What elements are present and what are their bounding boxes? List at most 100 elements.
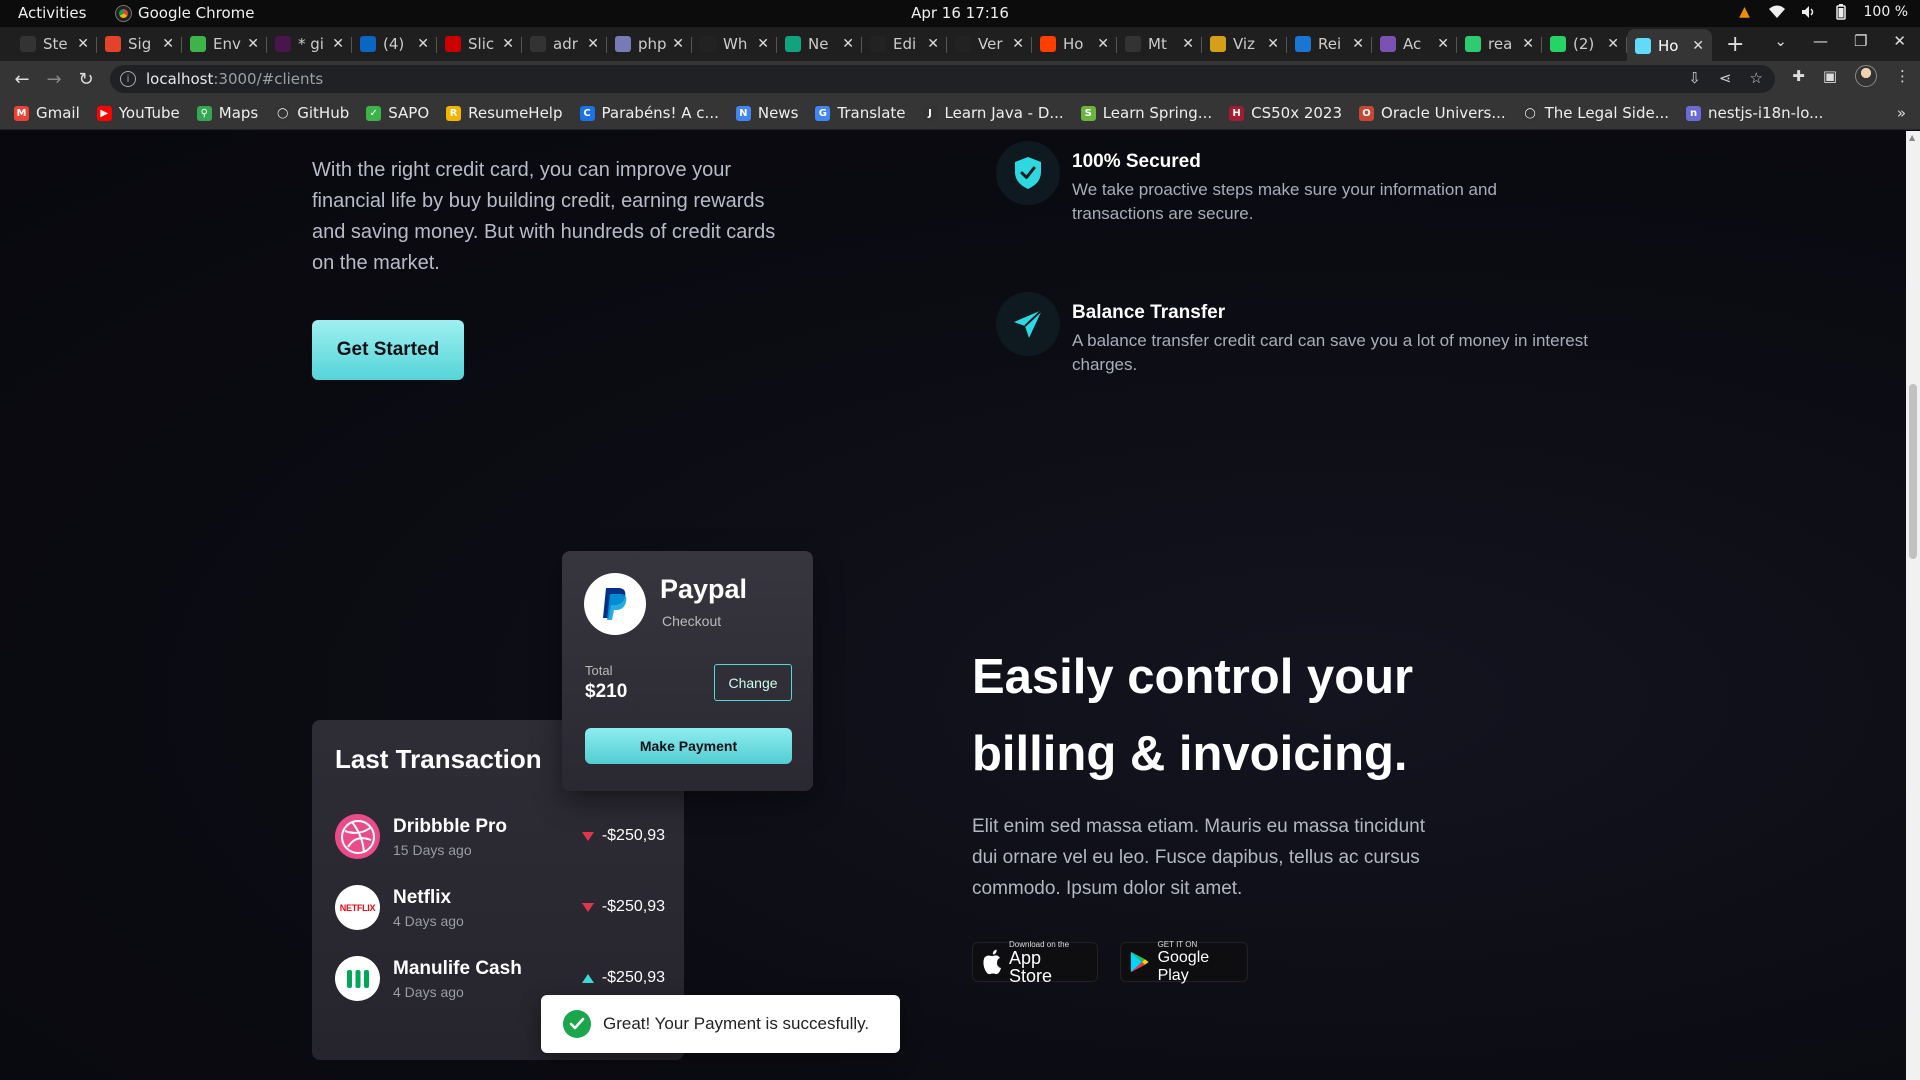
tab-title: Ho — [1658, 37, 1679, 55]
change-button[interactable]: Change — [714, 664, 792, 701]
total-label: Total — [585, 663, 613, 678]
reload-icon[interactable]: ↻ — [72, 65, 100, 93]
browser-tab[interactable]: php ✕ — [607, 29, 692, 59]
tab-favicon-icon — [785, 36, 801, 52]
tab-close-icon[interactable]: ✕ — [927, 36, 939, 52]
activities-button[interactable]: Activities — [18, 4, 86, 22]
bookmark-item[interactable]: H CS50x 2023 — [1229, 104, 1342, 122]
browser-tab[interactable]: Ho ✕ — [1627, 29, 1712, 63]
tab-close-icon[interactable]: ✕ — [1437, 36, 1449, 52]
browser-tab[interactable]: (2) ✕ — [1542, 29, 1627, 59]
new-tab-button[interactable]: + — [1726, 32, 1744, 57]
tab-close-icon[interactable]: ✕ — [1097, 36, 1109, 52]
more-bookmarks-icon[interactable]: » — [1897, 104, 1906, 122]
tab-close-icon[interactable]: ✕ — [1607, 36, 1619, 52]
tab-close-icon[interactable]: ✕ — [1522, 36, 1534, 52]
profile-avatar[interactable] — [1855, 65, 1877, 87]
clock[interactable]: Apr 16 17:16 — [0, 4, 1920, 22]
browser-tab[interactable]: Ver ✕ — [947, 29, 1032, 59]
restore-icon[interactable]: ❐ — [1854, 32, 1867, 50]
bookmark-star-icon[interactable]: ☆ — [1750, 69, 1763, 87]
install-app-icon[interactable]: ⇩ — [1688, 69, 1701, 87]
browser-tab[interactable]: Ho ✕ — [1032, 29, 1117, 59]
menu-kebab-icon[interactable]: ⋮ — [1895, 67, 1910, 85]
browser-tab[interactable]: Ne ✕ — [777, 29, 862, 59]
tab-close-icon[interactable]: ✕ — [247, 36, 259, 52]
bookmark-item[interactable]: M Gmail — [14, 104, 80, 122]
scroll-up-icon[interactable]: ▲ — [1909, 133, 1915, 142]
extensions-icon[interactable]: ✚ — [1792, 67, 1805, 85]
app-store-button[interactable]: Download on the App Store — [972, 940, 1098, 985]
tab-close-icon[interactable]: ✕ — [842, 36, 854, 52]
bookmark-item[interactable]: ✓ SAPO — [366, 104, 429, 122]
tab-close-icon[interactable]: ✕ — [502, 36, 514, 52]
tab-close-icon[interactable]: ✕ — [417, 36, 429, 52]
google-play-button[interactable]: GET IT ON Google Play — [1120, 940, 1248, 984]
browser-tab[interactable]: rea ✕ — [1457, 29, 1542, 59]
address-bar[interactable]: i localhost:3000/#clients ⇩ ⋖ ☆ — [110, 65, 1775, 93]
tab-close-icon[interactable]: ✕ — [77, 36, 89, 52]
tab-close-icon[interactable]: ✕ — [1352, 36, 1364, 52]
tab-close-icon[interactable]: ✕ — [1692, 38, 1704, 54]
transaction-row[interactable]: NETFLIX Netflix 4 Days ago -$250,93 — [335, 885, 665, 937]
tab-close-icon[interactable]: ✕ — [1182, 36, 1194, 52]
tab-close-icon[interactable]: ✕ — [1012, 36, 1024, 52]
site-info-icon[interactable]: i — [120, 71, 136, 87]
tab-close-icon[interactable]: ✕ — [672, 36, 684, 52]
scrollbar-thumb[interactable] — [1909, 384, 1917, 559]
bookmark-favicon-icon: O — [1359, 105, 1375, 121]
browser-tab[interactable]: Viz ✕ — [1202, 29, 1287, 59]
tab-close-icon[interactable]: ✕ — [162, 36, 174, 52]
bookmark-item[interactable]: ⚲ Maps — [196, 104, 258, 122]
browser-tab[interactable]: Mt ✕ — [1117, 29, 1202, 59]
bookmark-item[interactable]: J Learn Java - D... — [922, 104, 1064, 122]
close-window-icon[interactable]: ✕ — [1893, 32, 1906, 50]
browser-tab[interactable]: Env ✕ — [182, 29, 267, 59]
tab-close-icon[interactable]: ✕ — [332, 36, 344, 52]
browser-tab[interactable]: Sig ✕ — [97, 29, 182, 59]
browser-tab[interactable]: Wh ✕ — [692, 29, 777, 59]
bookmark-item[interactable]: O Oracle Univers... — [1359, 104, 1506, 122]
bookmark-item[interactable]: S Learn Spring... — [1080, 104, 1212, 122]
minimize-icon[interactable]: — — [1813, 32, 1828, 50]
side-panel-icon[interactable]: ▣ — [1823, 67, 1837, 85]
feature-text: A balance transfer credit card can save … — [1072, 331, 1588, 374]
browser-tab[interactable]: Slic ✕ — [437, 29, 522, 59]
chrome-icon — [116, 5, 131, 21]
billing-paragraph: Elit enim sed massa etiam. Mauris eu mas… — [972, 816, 1426, 899]
warning-icon[interactable]: ▲ — [1736, 3, 1754, 21]
browser-tab[interactable]: Rei ✕ — [1287, 29, 1372, 59]
share-icon[interactable]: ⋖ — [1719, 69, 1732, 87]
browser-tab[interactable]: Edi ✕ — [862, 29, 947, 59]
get-started-button[interactable]: Get Started — [312, 320, 464, 380]
bookmark-item[interactable]: ◯ The Legal Side... — [1522, 104, 1669, 122]
browser-tab[interactable]: Ac ✕ — [1372, 29, 1457, 59]
battery-level: 100 % — [1863, 4, 1908, 20]
browser-tab[interactable]: adr ✕ — [522, 29, 607, 59]
bookmark-item[interactable]: ◯ GitHub — [275, 104, 349, 122]
page-scrollbar[interactable]: ▲ — [1906, 131, 1920, 1080]
tab-close-icon[interactable]: ✕ — [587, 36, 599, 52]
browser-tab[interactable]: (4) ✕ — [352, 29, 437, 59]
app-menu[interactable]: Google Chrome — [116, 4, 255, 22]
browser-tab[interactable]: * gi ✕ — [267, 29, 352, 59]
tab-title: adr — [553, 35, 578, 53]
transaction-row[interactable]: Dribbble Pro 15 Days ago -$250,93 — [335, 814, 665, 866]
bookmark-item[interactable]: G Translate — [815, 104, 906, 122]
system-tray[interactable]: ▲ 100 % — [1736, 3, 1908, 21]
browser-tab[interactable]: Ste ✕ — [12, 29, 97, 59]
back-icon[interactable]: ← — [8, 65, 36, 93]
forward-icon[interactable]: → — [40, 65, 68, 93]
bookmark-item[interactable]: N News — [735, 104, 798, 122]
bookmark-item[interactable]: C Parabéns! A c... — [579, 104, 719, 122]
tab-title: Edi — [893, 35, 917, 53]
bookmark-item[interactable]: R ResumeHelp — [446, 104, 563, 122]
bookmark-item[interactable]: n nestjs-i18n-lo... — [1686, 104, 1823, 122]
payment-success-toast[interactable]: Great! Your Payment is succesfully. — [541, 995, 900, 1053]
tab-close-icon[interactable]: ✕ — [757, 36, 769, 52]
bookmark-item[interactable]: ▶ YouTube — [96, 104, 180, 122]
tab-search-icon[interactable]: ⌄ — [1774, 32, 1787, 50]
tab-close-icon[interactable]: ✕ — [1267, 36, 1279, 52]
tab-favicon-icon — [1465, 36, 1481, 52]
make-payment-button[interactable]: Make Payment — [585, 728, 792, 764]
